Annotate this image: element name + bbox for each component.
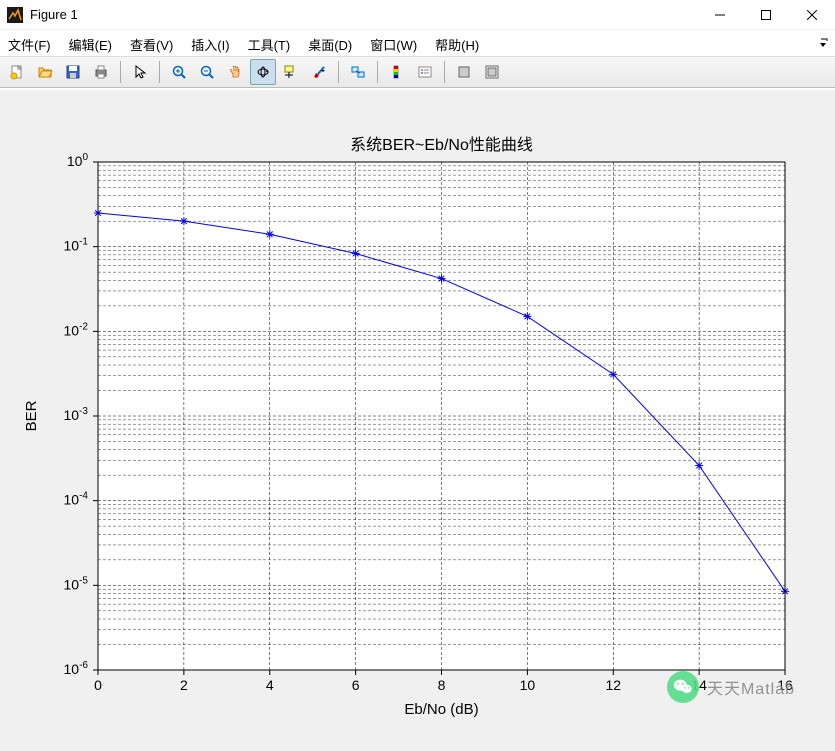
hide-plot-button[interactable]: [451, 59, 477, 85]
chart-plot[interactable]: 024681012141610-610-510-410-310-210-1100: [0, 90, 835, 751]
menu-file[interactable]: 文件(F): [8, 35, 51, 54]
svg-text:2: 2: [180, 677, 188, 693]
watermark: 天天Matlab: [667, 671, 795, 703]
zoom-out-button[interactable]: [194, 59, 220, 85]
svg-text:Eb/No (dB): Eb/No (dB): [404, 701, 478, 718]
menu-edit[interactable]: 编辑(E): [69, 35, 112, 54]
rotate-button[interactable]: [250, 59, 276, 85]
svg-text:BER: BER: [23, 400, 40, 431]
menubar: 文件(F) 编辑(E) 查看(V) 插入(I) 工具(T) 桌面(D) 窗口(W…: [0, 30, 835, 56]
menu-help[interactable]: 帮助(H): [435, 35, 479, 54]
menu-view[interactable]: 查看(V): [130, 35, 173, 54]
menu-insert[interactable]: 插入(I): [191, 35, 229, 54]
menu-tools[interactable]: 工具(T): [248, 35, 291, 54]
new-button[interactable]: [4, 59, 30, 85]
maximize-button[interactable]: [743, 0, 789, 30]
menu-overflow-icon[interactable]: [817, 36, 829, 51]
link-button[interactable]: [345, 59, 371, 85]
menu-window[interactable]: 窗口(W): [370, 35, 417, 54]
svg-text:6: 6: [352, 677, 360, 693]
svg-text:系统BER~Eb/No性能曲线: 系统BER~Eb/No性能曲线: [350, 136, 533, 154]
show-plot-button[interactable]: [479, 59, 505, 85]
print-button[interactable]: [88, 59, 114, 85]
close-button[interactable]: [789, 0, 835, 30]
toolbar: [0, 56, 835, 88]
chart-area: 024681012141610-610-510-410-310-210-1100: [0, 90, 835, 751]
svg-text:12: 12: [605, 677, 621, 693]
matlab-icon: [6, 6, 24, 24]
svg-text:4: 4: [266, 677, 274, 693]
svg-text:8: 8: [438, 677, 446, 693]
window-title: Figure 1: [30, 7, 78, 22]
open-button[interactable]: [32, 59, 58, 85]
zoom-in-button[interactable]: [166, 59, 192, 85]
wechat-icon: [667, 671, 699, 703]
cursor-button[interactable]: [127, 59, 153, 85]
pan-button[interactable]: [222, 59, 248, 85]
colorbar-button[interactable]: [384, 59, 410, 85]
titlebar: Figure 1: [0, 0, 835, 30]
brush-button[interactable]: [306, 59, 332, 85]
datacursor-button[interactable]: [278, 59, 304, 85]
save-button[interactable]: [60, 59, 86, 85]
svg-text:10: 10: [520, 677, 536, 693]
legend-button[interactable]: [412, 59, 438, 85]
menu-desktop[interactable]: 桌面(D): [308, 35, 352, 54]
watermark-text: 天天Matlab: [707, 675, 795, 699]
svg-text:0: 0: [94, 677, 102, 693]
minimize-button[interactable]: [697, 0, 743, 30]
